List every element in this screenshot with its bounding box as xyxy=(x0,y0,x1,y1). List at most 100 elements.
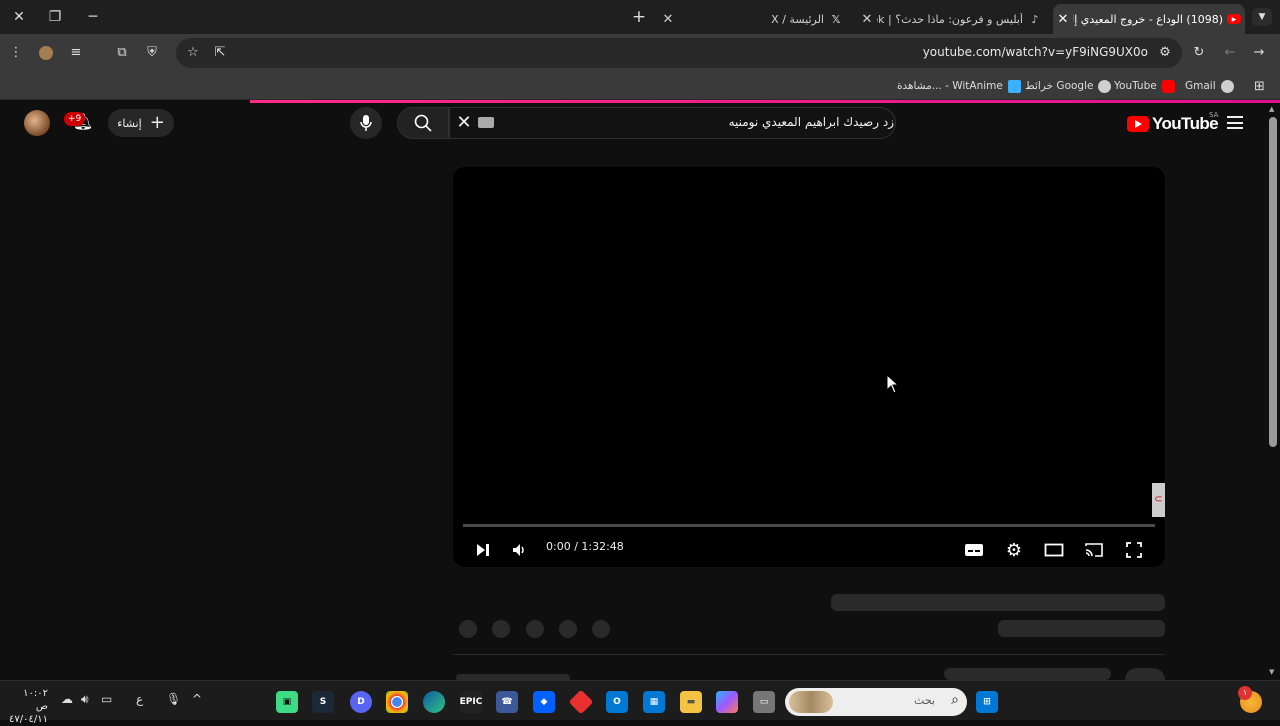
window-restore-button[interactable]: ❐ xyxy=(36,0,74,34)
tab-youtube[interactable]: ✕ (1098) الوداع - خروج المعيدي إلى ▶ xyxy=(1053,4,1245,34)
tab-search-button[interactable]: ▼ xyxy=(1252,8,1272,26)
copilot-icon[interactable] xyxy=(716,691,738,713)
tab-tiktok[interactable]: ✕ أبليس و فرعون: ماذا حدث؟ | TikTok ♪ xyxy=(857,4,1047,34)
video-player[interactable]: 0:00 / 1:32:48 ⚙ xyxy=(453,167,1165,567)
action-skeleton xyxy=(492,620,510,638)
onedrive-icon[interactable]: ☁ xyxy=(61,692,73,706)
input-language[interactable]: ع xyxy=(136,692,143,706)
address-bar[interactable]: ☆ ⇱ youtube.com/watch?v=yF9iNG9UX0o ⚙ xyxy=(176,38,1182,68)
steam-icon[interactable]: S xyxy=(312,691,334,713)
task-view-icon[interactable]: ▭ xyxy=(753,691,775,713)
site-info-button[interactable]: ⚙ xyxy=(1154,42,1176,64)
install-app-button[interactable]: ⇱ xyxy=(209,42,231,64)
search-icon: ⌕ xyxy=(951,692,959,708)
action-skeleton xyxy=(592,620,610,638)
reload-button[interactable]: ↻ xyxy=(1188,42,1210,64)
fullscreen-button[interactable] xyxy=(1123,539,1145,561)
windows-start-icon[interactable]: ⊞ xyxy=(976,691,998,713)
account-avatar[interactable] xyxy=(24,110,50,136)
taskbar-search[interactable]: بحث ⌕ xyxy=(785,688,967,716)
store-icon[interactable]: ▦ xyxy=(643,691,665,713)
forward-button[interactable]: → xyxy=(1248,42,1270,64)
shield-extension-button[interactable]: ⛨ xyxy=(141,42,163,64)
cast-button[interactable] xyxy=(1083,539,1105,561)
cast-icon xyxy=(1085,543,1103,557)
extensions-button[interactable]: ⧉ xyxy=(111,42,133,64)
subtitles-button[interactable] xyxy=(963,539,985,561)
volume-icon xyxy=(513,544,524,556)
settings-button[interactable]: ⚙ xyxy=(1003,539,1025,561)
new-tab-button[interactable]: + xyxy=(628,6,650,28)
tune-icon: ⚙ xyxy=(1159,45,1171,60)
install-icon: ⇱ xyxy=(214,45,226,60)
search-icon xyxy=(414,114,432,132)
clear-search-button[interactable]: ✕ xyxy=(454,113,474,133)
chevron-up-icon[interactable]: ^ xyxy=(192,692,202,706)
tab-close-icon[interactable]: ✕ xyxy=(1053,12,1073,27)
discord-icon[interactable]: D xyxy=(350,691,372,713)
keyboard-icon[interactable] xyxy=(478,117,494,128)
search-query-text: زد رصيدك ابراهيم المعيدي نومنيه xyxy=(728,115,894,129)
anydesk-icon[interactable] xyxy=(568,689,594,715)
network-icon[interactable]: ▭ xyxy=(101,692,112,706)
dropbox-icon[interactable]: ◆ xyxy=(533,691,555,713)
reload-icon: ↻ xyxy=(1193,45,1205,60)
clock-time: ١٠:٠٢ ص xyxy=(23,688,48,712)
notification-count-badge: +9 xyxy=(64,112,86,126)
voice-search-button[interactable] xyxy=(350,107,382,139)
create-button[interactable]: إنشاء + xyxy=(108,109,174,137)
system-clock[interactable]: ١٠:٠٢ ص ٤٧/٠٤/١١ xyxy=(9,687,48,726)
play-pause-button[interactable] xyxy=(472,539,494,561)
bookmark-label: Gmail xyxy=(1185,80,1216,92)
scroll-up-icon[interactable]: ▲ xyxy=(1269,105,1274,113)
shield-icon: ⛨ xyxy=(147,45,157,60)
search-button[interactable] xyxy=(397,107,449,139)
bookmark-gmail[interactable]: Gmail xyxy=(1185,77,1234,95)
window-close-button[interactable]: ✕ xyxy=(0,0,38,34)
action-skeleton xyxy=(459,620,477,638)
theater-mode-button[interactable] xyxy=(1043,539,1065,561)
mute-button[interactable] xyxy=(508,539,530,561)
media-controls-button[interactable]: ≡ xyxy=(65,42,87,64)
chrome-icon[interactable] xyxy=(386,691,408,713)
bookmark-label: خرائط Google xyxy=(1025,80,1094,92)
page-scrollbar[interactable]: ▲ ▼ xyxy=(1266,103,1280,680)
android-app-icon[interactable]: ▣ xyxy=(276,691,298,713)
window-minimize-button[interactable]: ─ xyxy=(74,0,112,34)
video-progress-bar[interactable] xyxy=(463,524,1155,527)
close-icon: ✕ xyxy=(456,112,472,133)
tab-close-icon[interactable]: ✕ xyxy=(658,12,678,27)
file-explorer-icon[interactable]: ▬ xyxy=(680,691,702,713)
taskbar-search-placeholder: بحث xyxy=(914,694,935,707)
side-panel-tab[interactable]: ⊂ xyxy=(1152,483,1165,517)
browser-tab-bar: ✕ ❐ ─ + ✕ (1098) الوداع - خروج المعيدي إ… xyxy=(0,0,1280,34)
tab-x[interactable]: ✕ الرئيسة / X 𝕏 xyxy=(658,4,848,34)
scrollbar-thumb[interactable] xyxy=(1269,117,1277,447)
bookmark-google-maps[interactable]: خرائط Google xyxy=(1025,77,1112,95)
windows-taskbar: ١٠:٠٢ ص ٤٧/٠٤/١١ ☁ 🔊︎ ▭ ع 🎙︎ ^ ▣ S D EPI… xyxy=(0,680,1280,725)
guide-menu-button[interactable] xyxy=(1227,116,1243,129)
tab-title: الرئيسة / X xyxy=(771,12,824,26)
bookmark-star-button[interactable]: ☆ xyxy=(182,42,204,64)
star-icon: ☆ xyxy=(187,45,199,60)
speaker-icon[interactable]: 🔊︎ xyxy=(81,692,89,707)
profile-button[interactable] xyxy=(35,42,57,64)
avatar-skeleton xyxy=(1125,668,1165,680)
fullscreen-icon xyxy=(1126,542,1142,558)
microphone-icon[interactable]: 🎙︎ xyxy=(166,692,181,706)
scroll-down-icon[interactable]: ▼ xyxy=(1269,668,1274,676)
bookmark-witanime[interactable]: مشاهدة... - WitAnime xyxy=(897,77,1021,95)
youtube-logo[interactable]: YouTube xyxy=(1127,114,1219,134)
phone-link-icon[interactable]: ☎ xyxy=(496,691,518,713)
action-skeleton xyxy=(559,620,577,638)
apps-button[interactable]: ⊞ xyxy=(1254,77,1265,95)
edge-icon[interactable] xyxy=(423,691,445,713)
divider xyxy=(453,654,1165,655)
epic-games-icon[interactable]: EPIC xyxy=(460,691,482,713)
tab-close-icon[interactable]: ✕ xyxy=(857,12,877,27)
action-skeleton xyxy=(526,620,544,638)
browser-menu-button[interactable]: ⋮ xyxy=(5,42,27,64)
outlook-icon[interactable]: O xyxy=(606,691,628,713)
back-button[interactable]: ← xyxy=(1219,42,1241,64)
bookmark-youtube[interactable]: YouTube xyxy=(1114,77,1175,95)
